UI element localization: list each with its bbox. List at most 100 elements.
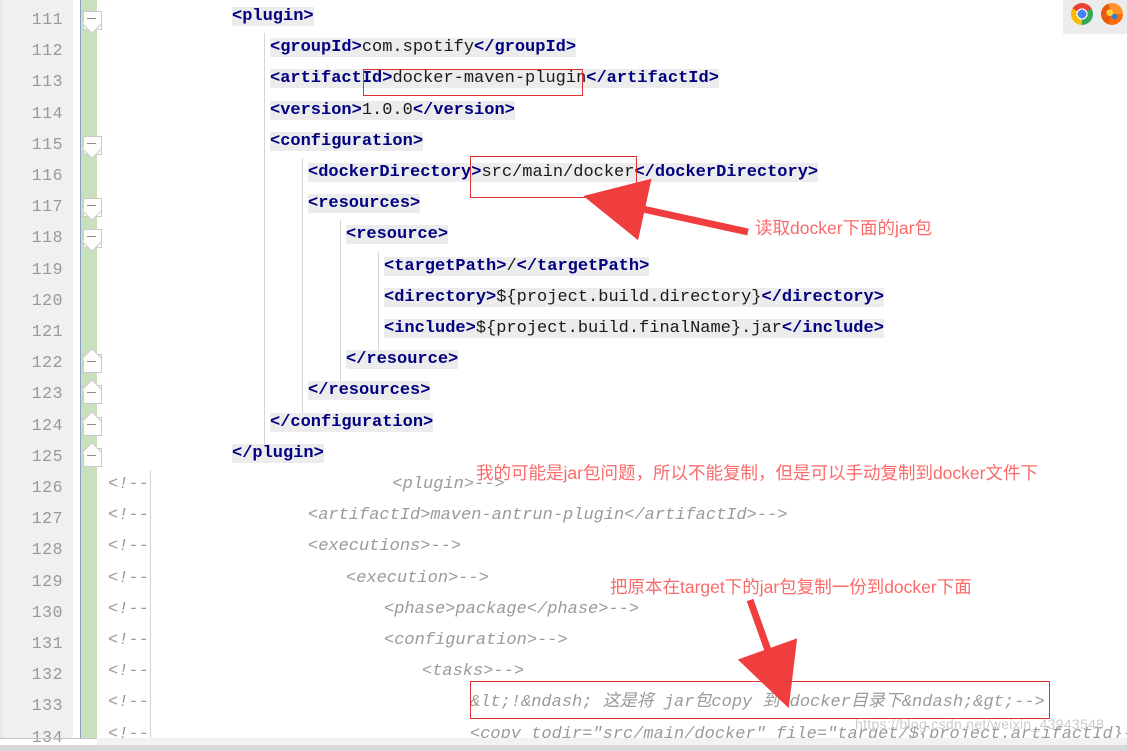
code-line-content: <version>1.0.0</version>	[270, 100, 515, 120]
xml-tag: <	[384, 256, 395, 276]
artifact-id-highlight-box	[363, 69, 583, 96]
xml-tag: >	[639, 256, 650, 276]
code-line-content: <resources>	[308, 194, 421, 214]
code-line[interactable]: <!-- &lt;!&ndash; 这是将 jar包copy 到 docker目录…	[108, 694, 1045, 712]
xml-tag: >	[437, 225, 449, 245]
code-line[interactable]: <!-- <artifactId>maven-antrun-plugin</art…	[108, 506, 787, 526]
code-line[interactable]: <!-- <configuration>-->	[108, 631, 568, 650]
xml-tag: >	[465, 319, 476, 338]
read-jar-under-docker-note: 读取docker下面的jar包	[755, 218, 932, 238]
code-line[interactable]: <directory>${project.build.directory}</d…	[384, 287, 884, 307]
xml-tag: <	[346, 225, 357, 245]
chrome-icon[interactable]	[1071, 3, 1093, 25]
code-line[interactable]: <!-- <executions>-->	[108, 537, 461, 557]
firefox-icon[interactable]	[1101, 3, 1123, 25]
xml-tag: >	[412, 131, 424, 151]
xml-tag: >	[410, 194, 421, 214]
code-line[interactable]: <resource>	[346, 225, 449, 245]
tag-value: ${project.build.directory}	[496, 287, 762, 307]
xml-tag: >	[420, 381, 431, 401]
xml-tag: <	[384, 319, 395, 338]
horizontal-scrollbar[interactable]	[97, 738, 1127, 745]
xml-tag: <	[270, 38, 281, 58]
code-line-content: <targetPath>/</targetPath>	[384, 256, 650, 276]
xml-tag: directory	[394, 287, 487, 307]
xml-tag: <	[308, 163, 319, 182]
tag-value: ${project.build.finalName}.jar	[475, 319, 782, 338]
tag-value: /	[506, 256, 517, 276]
xml-tag: <	[384, 287, 395, 307]
code-line[interactable]: <resources>	[308, 194, 421, 214]
code-line[interactable]: <plugin>	[232, 7, 314, 26]
code-line[interactable]: <include>${project.build.finalName}.jar<…	[384, 319, 884, 338]
watermark-text: https://blog.csdn.net/weixin_43943548	[855, 716, 1105, 732]
xml-tag: >	[351, 100, 362, 120]
code-line-content: <resource>	[346, 225, 449, 245]
xml-tag: <	[270, 131, 281, 151]
tag-value: 1.0.0	[361, 100, 413, 120]
xml-tag: <	[516, 256, 527, 276]
xml-tag: /resource	[356, 350, 449, 370]
code-line-content: </resource>	[346, 350, 459, 370]
xml-tag: <	[270, 100, 281, 120]
xml-tag: >	[448, 350, 459, 370]
comment-marker: <!--	[108, 475, 149, 494]
comment-text: <executions>-->	[308, 537, 462, 557]
code-line[interactable]: </resource>	[346, 350, 459, 370]
xml-tag: <	[346, 350, 357, 370]
xml-tag: /plugin	[242, 443, 314, 463]
code-line[interactable]: <version>1.0.0</version>	[270, 100, 515, 120]
xml-tag: <	[270, 412, 281, 432]
xml-tag: <	[412, 100, 424, 120]
xml-tag: >	[496, 256, 507, 276]
code-line[interactable]: <!-- <tasks>-->	[108, 662, 524, 682]
xml-tag: <	[761, 287, 772, 307]
xml-tag: /version	[423, 100, 505, 120]
xml-tag: >	[504, 100, 515, 120]
code-line[interactable]: <!-- <phase>package</phase>-->	[108, 599, 639, 619]
xml-tag: >	[486, 287, 497, 307]
xml-tag: >	[873, 287, 884, 307]
jar-copy-comment-highlight-box	[470, 681, 1050, 719]
xml-tag: <	[232, 443, 243, 463]
comment-marker: <!--	[108, 537, 149, 557]
xml-tag: >	[708, 69, 719, 89]
code-line-content: </configuration>	[270, 412, 434, 432]
xml-tag: targetPath	[394, 256, 497, 276]
code-line[interactable]: </configuration>	[270, 412, 434, 432]
code-line[interactable]: <!-- <execution>-->	[108, 568, 489, 588]
code-editor-screenshot: 111 112 113 114 115 116 117 118 119 120 121 122 123 1…	[0, 0, 1127, 751]
code-line[interactable]: <groupId>com.spotify</groupId>	[270, 38, 577, 58]
comment-marker: <!--	[108, 631, 149, 650]
code-line[interactable]: <configuration>	[270, 131, 424, 151]
xml-tag: >	[873, 319, 884, 338]
xml-tag: >	[565, 38, 577, 58]
copy-jar-to-docker-note: 把原本在target下的jar包复制一份到docker下面	[610, 577, 972, 597]
xml-tag: /groupId	[484, 38, 566, 58]
comment-marker: <!--	[108, 662, 149, 682]
xml-tag: <	[308, 381, 319, 401]
comment-text: <tasks>-->	[422, 662, 525, 682]
xml-tag: <	[474, 38, 485, 58]
docker-directory-highlight-box	[470, 156, 637, 198]
xml-tag: <	[586, 69, 597, 89]
xml-tag: /dockerDirectory	[644, 163, 808, 182]
comment-marker: <!--	[108, 506, 149, 526]
code-line[interactable]: </plugin>	[232, 443, 324, 463]
code-text-layer[interactable]: <plugin> <groupId>com.spotify</groupId> <a…	[0, 0, 1127, 743]
xml-tag: <	[781, 319, 793, 338]
xml-tag: <	[232, 7, 243, 26]
code-line[interactable]: </resources>	[308, 381, 431, 401]
code-line[interactable]: <!-- <plugin>-->	[108, 475, 505, 494]
xml-tag: >	[807, 163, 819, 182]
code-line[interactable]: <targetPath>/</targetPath>	[384, 256, 650, 276]
bottom-strip	[0, 745, 1127, 751]
comment-marker: <!--	[108, 599, 149, 619]
xml-tag: /directory	[771, 287, 874, 307]
xml-tag: /resources	[318, 381, 421, 401]
xml-tag: <	[308, 194, 319, 214]
comment-marker: <!--	[108, 568, 149, 588]
comment-text: <artifactId>maven-antrun-plugin</artifac…	[308, 506, 788, 526]
xml-tag: /include	[792, 319, 874, 338]
code-line-content: </resources>	[308, 381, 431, 401]
